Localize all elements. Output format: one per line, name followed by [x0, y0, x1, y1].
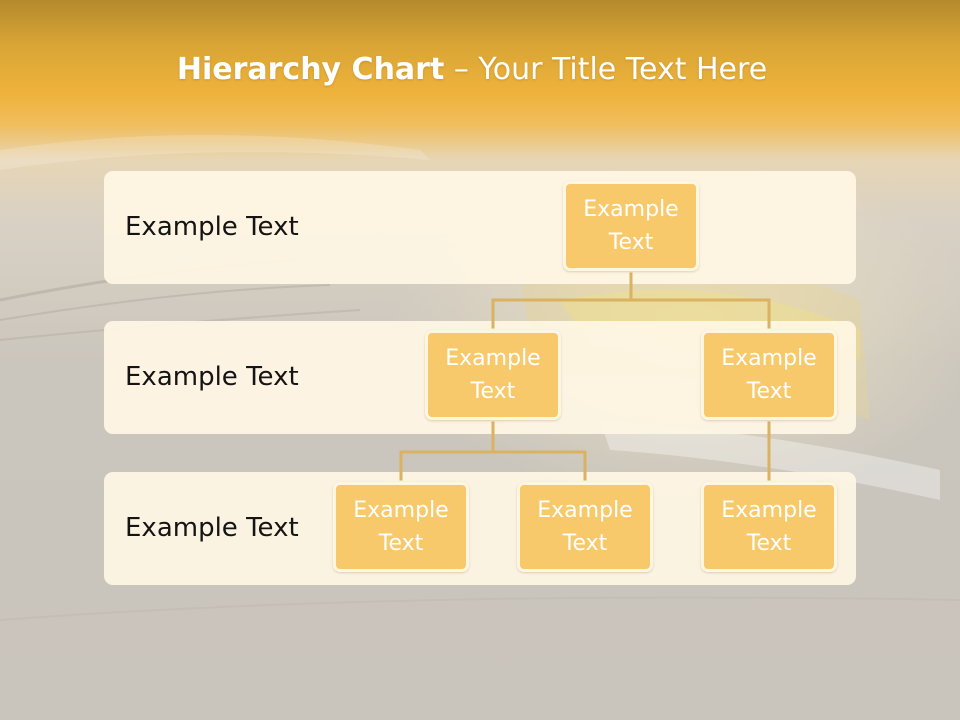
node-root-label: Example Text [583, 197, 679, 255]
node-level3-left-label: Example Text [353, 498, 449, 556]
node-level2-right-label: Example Text [721, 346, 817, 404]
node-root[interactable]: Example Text [563, 181, 699, 271]
level-label-1: Example Text [125, 212, 299, 242]
slide: Hierarchy Chart – Your Title Text Here E… [0, 0, 960, 720]
node-level3-left[interactable]: Example Text [333, 482, 469, 572]
level-label-2: Example Text [125, 362, 299, 392]
node-level3-middle[interactable]: Example Text [517, 482, 653, 572]
node-level3-right[interactable]: Example Text [701, 482, 837, 572]
node-level2-left-label: Example Text [445, 346, 541, 404]
node-level2-right[interactable]: Example Text [701, 330, 837, 420]
node-level3-right-label: Example Text [721, 498, 817, 556]
slide-title: Hierarchy Chart – Your Title Text Here [0, 52, 944, 87]
title-bold: Hierarchy Chart [176, 52, 445, 87]
node-level2-left[interactable]: Example Text [425, 330, 561, 420]
title-rest: – Your Title Text Here [444, 52, 768, 87]
node-level3-middle-label: Example Text [537, 498, 633, 556]
level-label-3: Example Text [125, 513, 299, 543]
